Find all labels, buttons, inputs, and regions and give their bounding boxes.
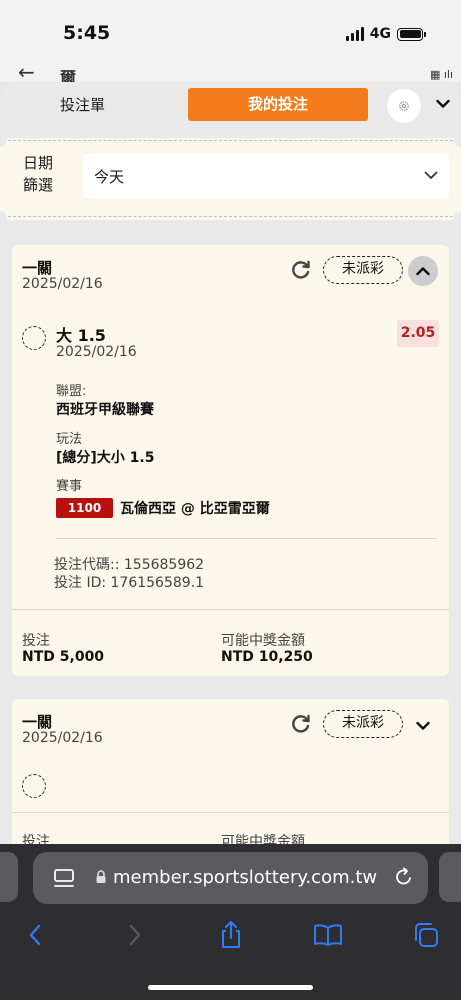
address-bar[interactable]: member.sportslottery.com.tw [33,852,428,904]
refresh-icon[interactable] [289,258,313,282]
dashed-divider [8,140,453,141]
tabs-icon [415,923,438,947]
chevron-down-icon [436,99,450,108]
status-indicators: 4G [345,26,426,42]
date-filter-value: 今天 [94,168,125,186]
reload-icon[interactable] [393,866,415,888]
underlying-page-title: 爾 [60,68,77,82]
chevron-right-icon [129,924,141,946]
bet-date: 2025/02/16 [22,276,103,292]
stake-value: NTD 5,000 [22,649,105,665]
date-filter-label: 日期篩選 [23,154,54,194]
selection-status-icon [22,326,46,350]
browser-toolbar: member.sportslottery.com.tw [0,844,461,1000]
bet-type: 一關 [22,713,53,731]
battery-icon [397,27,426,41]
bet-type: 一關 [22,259,53,277]
market-value: [總分]大小 1.5 [56,450,155,466]
gear-icon [399,101,409,111]
selection-name: 大 1.5 [56,326,106,345]
reader-mode-icon[interactable] [53,867,75,889]
league-label: 聯盟: [56,384,87,399]
chevron-up-icon [416,267,430,276]
market-label: 玩法 [56,432,83,447]
chevron-left-icon [29,924,41,946]
event-code-badge: 1100 [56,498,113,518]
selection-status-icon [22,774,46,798]
date-filter: 日期篩選 今天 [0,133,461,225]
arrow-left-icon[interactable]: ← [18,62,35,82]
bet-date: 2025/02/16 [22,730,103,746]
stats-icon[interactable]: ▦ ılı [430,68,453,81]
status-badge: 未派彩 [323,256,403,284]
status-bar: 5:45 4G [0,0,461,62]
bet-code: 投注代碼:: 155685962 [54,557,205,573]
odds-badge: 2.05 [397,320,439,347]
underlying-page-header: ← 爾 ▦ ılı [0,62,461,82]
event-label: 賽事 [56,479,83,494]
divider [56,538,437,539]
stake-label: 投注 [22,834,50,844]
stake-label: 投注 [22,633,50,649]
panel-tab-bar: 投注單 我的投注 [0,82,461,130]
date-filter-select[interactable]: 今天 [83,154,449,198]
expand-bet-button[interactable] [412,715,434,737]
forward-button[interactable] [120,920,150,950]
lock-icon [96,870,106,883]
divider [12,812,449,813]
cellular-signal-icon [345,27,364,41]
potential-payout-label: 可能中獎金額 [221,633,305,649]
bet-id: 投注 ID: 176156589.1 [54,575,205,591]
bet-card: 一關 2025/02/16 未派彩 大 1.5 2025/02/16 2.05 … [12,245,449,676]
dashed-divider [8,216,453,217]
refresh-icon[interactable] [289,712,313,736]
potential-payout-value: NTD 10,250 [221,649,313,665]
event-name: 瓦倫西亞 @ 比亞雷亞爾 [120,501,270,517]
chevron-down-icon [416,721,430,730]
bets-panel: 投注單 我的投注 日期篩選 今天 一關 2025/02/16 未派彩 大 1.5… [0,82,461,844]
settings-button[interactable] [387,89,421,123]
collapse-bet-button[interactable] [408,256,438,286]
previous-tab[interactable] [0,852,18,902]
bet-card[interactable]: 一關 2025/02/16 未派彩 投注 可能中獎金額 [12,699,449,844]
status-time: 5:45 [63,22,111,44]
selection-date: 2025/02/16 [56,344,137,360]
tab-bet-slip[interactable]: 投注單 [60,94,105,115]
url-text: member.sportslottery.com.tw [113,867,378,888]
tab-my-bets[interactable]: 我的投注 [188,88,368,121]
next-tab[interactable] [439,852,461,902]
chevron-down-icon [424,171,438,179]
bookmarks-button[interactable] [313,920,343,950]
share-button[interactable] [216,920,246,950]
back-button[interactable] [20,920,50,950]
status-badge: 未派彩 [323,710,403,738]
network-type: 4G [369,26,391,42]
collapse-panel-button[interactable] [431,92,455,116]
share-icon [222,921,240,948]
tabs-button[interactable] [411,920,441,950]
divider [12,609,449,610]
book-icon [314,924,342,946]
potential-payout-label: 可能中獎金額 [221,834,305,844]
home-indicator[interactable] [148,985,313,990]
league-value: 西班牙甲級聯賽 [56,402,154,418]
